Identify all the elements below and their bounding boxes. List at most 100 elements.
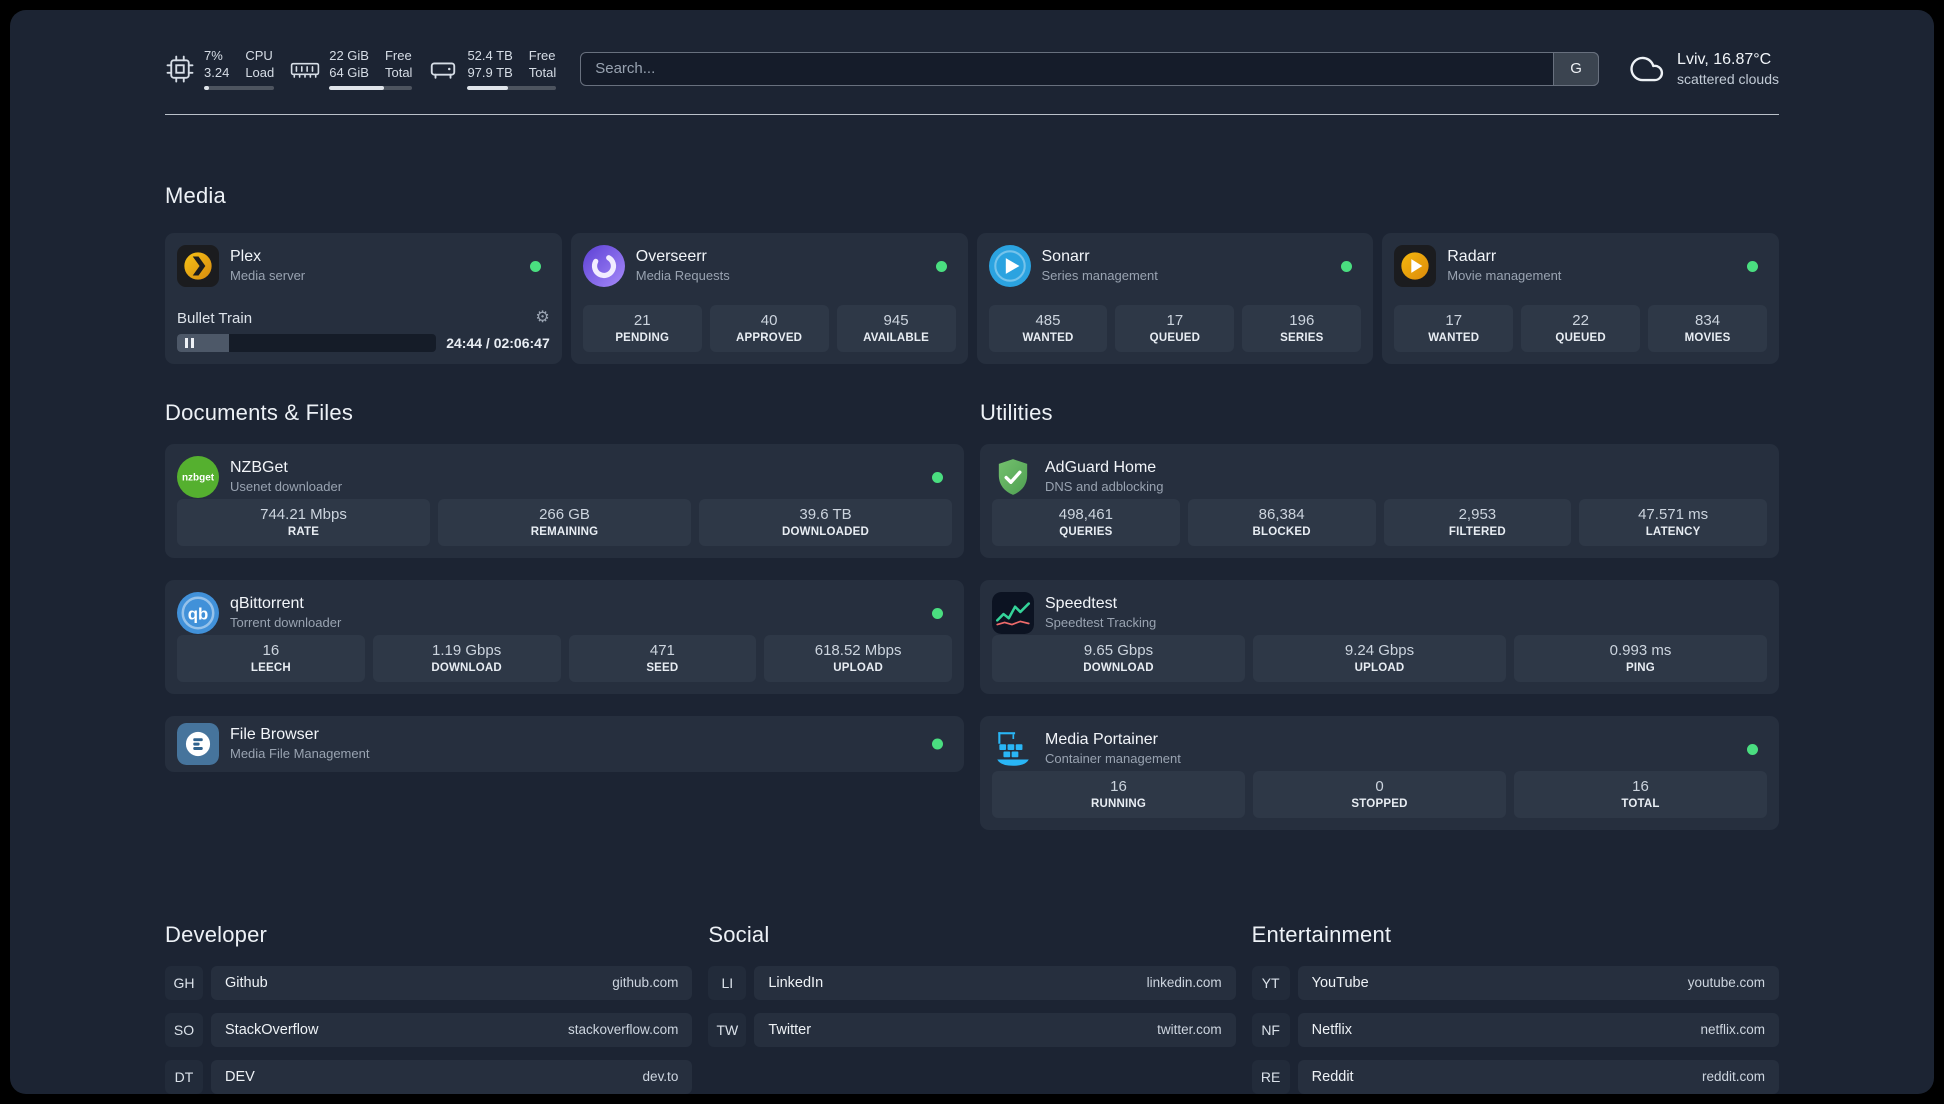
stat-tile: 16 TOTAL xyxy=(1514,770,1767,818)
status-dot xyxy=(1747,260,1758,272)
bookmark-abbr: TW xyxy=(708,1012,747,1047)
service-card-nzbget[interactable]: nzbget NZBGet Usenet downloader 744.21 M… xyxy=(165,443,964,558)
service-name: Overseerr xyxy=(635,248,707,265)
disk-progress-bar xyxy=(467,85,557,90)
disk-widget: 52.4 TB 97.9 TB Free Total xyxy=(428,48,557,90)
stat-tile: 266 GB REMAINING xyxy=(438,498,691,546)
disk-icon xyxy=(428,54,458,84)
service-card-adguard[interactable]: AdGuard Home DNS and adblocking 498,461 Q… xyxy=(980,443,1779,558)
cpu-widget: 7% 3.24 CPU Load xyxy=(165,48,275,90)
memory-progress-bar xyxy=(329,85,413,90)
section-title-media: Media xyxy=(165,182,226,208)
bookmark-linkedin[interactable]: LI LinkedIn linkedin.com xyxy=(708,965,1236,1000)
stat-tile: 834 MOVIES xyxy=(1648,304,1768,352)
resource-widgets: 7% 3.24 CPU Load 22 GiB 64 GiB Free Tota… xyxy=(165,48,557,90)
bookmark-abbr: YT xyxy=(1251,965,1290,1000)
bookmark-reddit[interactable]: RE Reddit reddit.com xyxy=(1251,1059,1779,1094)
topbar: 7% 3.24 CPU Load 22 GiB 64 GiB Free Tota… xyxy=(165,48,1779,90)
bookmark-abbr: DT xyxy=(165,1059,203,1094)
cpu-progress-bar xyxy=(204,85,275,90)
bookmark-abbr: RE xyxy=(1251,1059,1290,1094)
search-input[interactable] xyxy=(580,51,1600,86)
stat-tile: 40 APPROVED xyxy=(709,304,829,352)
stat-tile: 86,384 BLOCKED xyxy=(1187,498,1376,546)
service-card-speedtest[interactable]: Speedtest Speedtest Tracking 9.65 Gbps DO… xyxy=(980,579,1779,694)
service-card-overseerr[interactable]: Overseerr Media Requests 21 PENDING 40 APP… xyxy=(570,232,968,364)
service-card-plex[interactable]: Plex Media server Bullet Train ⚙ 24:44 /… xyxy=(165,232,562,364)
portainer-icon xyxy=(992,728,1034,770)
speedtest-icon xyxy=(992,591,1034,634)
status-dot xyxy=(529,260,541,272)
service-desc: Series management xyxy=(1041,268,1158,283)
memory-total: 64 GiB xyxy=(329,65,369,81)
stat-tile: 17 QUEUED xyxy=(1115,304,1235,352)
svg-text:qb: qb xyxy=(188,604,209,623)
topbar-divider xyxy=(165,113,1779,115)
service-name: Plex xyxy=(230,248,262,265)
svg-text:nzbget: nzbget xyxy=(182,472,215,483)
status-dot xyxy=(1747,743,1758,755)
stat-tile: 22 QUEUED xyxy=(1521,304,1641,352)
section-utilities: Utilities AdGuard Home DNS and adblockin… xyxy=(980,400,1779,852)
status-dot xyxy=(932,607,943,619)
stat-tile: 9.65 Gbps DOWNLOAD xyxy=(992,634,1245,682)
bookmark-abbr: LI xyxy=(708,965,747,1000)
weather-location: Lviv, 16.87°C xyxy=(1677,50,1772,68)
plex-icon xyxy=(177,244,219,287)
bookmark-domain: twitter.com xyxy=(1157,1022,1222,1037)
weather-widget: Lviv, 16.87°C scattered clouds xyxy=(1625,50,1779,88)
section-title-developer: Developer xyxy=(165,921,268,947)
bookmark-domain: youtube.com xyxy=(1687,975,1765,990)
cpu-loadavg: 3.24 xyxy=(204,65,230,81)
status-dot xyxy=(932,471,943,483)
bookmark-domain: stackoverflow.com xyxy=(568,1022,679,1037)
bookmark-name: Github xyxy=(225,974,268,991)
service-card-portainer[interactable]: Media Portainer Container management 16 R… xyxy=(980,715,1779,830)
search-provider-button[interactable]: G xyxy=(1553,51,1600,86)
bookmark-name: DEV xyxy=(225,1068,255,1085)
service-card-qbittorrent[interactable]: qb qBittorrent Torrent downloader 16 LEEC… xyxy=(165,579,964,694)
bookmark-dev[interactable]: DT DEV dev.to xyxy=(165,1059,693,1094)
bookmark-abbr: GH xyxy=(165,965,203,1000)
stat-tile: 485 WANTED xyxy=(988,304,1108,352)
bookmark-stackoverflow[interactable]: SO StackOverflow stackoverflow.com xyxy=(165,1012,693,1047)
service-name: Speedtest xyxy=(1045,595,1118,612)
stat-tile: 21 PENDING xyxy=(582,304,702,352)
service-desc: Usenet downloader xyxy=(230,479,343,494)
bookmark-github[interactable]: GH Github github.com xyxy=(165,965,693,1000)
memory-widget: 22 GiB 64 GiB Free Total xyxy=(290,48,413,90)
service-desc: Media Requests xyxy=(635,268,730,283)
service-card-radarr[interactable]: Radarr Movie management 17 WANTED 22 QUEUE… xyxy=(1382,232,1779,364)
bookmark-abbr: SO xyxy=(165,1012,203,1047)
service-name: AdGuard Home xyxy=(1045,459,1157,476)
bookmark-netflix[interactable]: NF Netflix netflix.com xyxy=(1251,1012,1779,1047)
stat-tile: 744.21 Mbps RATE xyxy=(177,498,430,546)
pause-icon[interactable] xyxy=(185,337,194,348)
playback-progress-bar xyxy=(177,333,437,352)
service-name: qBittorrent xyxy=(230,595,304,612)
filebrowser-icon xyxy=(177,722,219,765)
service-card-filebrowser[interactable]: File Browser Media File Management xyxy=(165,715,964,772)
gear-icon[interactable]: ⚙ xyxy=(535,310,549,326)
disk-total-label: Total xyxy=(528,65,557,81)
service-card-sonarr[interactable]: Sonarr Series management 485 WANTED 17 QUE… xyxy=(976,232,1374,364)
section-title-social: Social xyxy=(708,921,770,947)
bookmark-twitter[interactable]: TW Twitter twitter.com xyxy=(708,1012,1236,1047)
sonarr-icon xyxy=(988,244,1031,287)
bookmark-youtube[interactable]: YT YouTube youtube.com xyxy=(1251,965,1779,1000)
memory-total-label: Total xyxy=(384,65,413,81)
disk-free: 52.4 TB xyxy=(467,48,513,63)
playback-time: 24:44 / 02:06:47 xyxy=(446,334,550,351)
service-name: Radarr xyxy=(1447,248,1497,265)
memory-icon xyxy=(290,54,320,84)
stat-tile: 16 LEECH xyxy=(177,634,365,682)
stat-tile: 0.993 ms PING xyxy=(1514,634,1767,682)
stat-tile: 196 SERIES xyxy=(1242,304,1362,352)
now-playing-widget: Bullet Train ⚙ 24:44 / 02:06:47 xyxy=(177,310,550,352)
bookmark-name: Netflix xyxy=(1311,1021,1352,1038)
stat-tile: 0 STOPPED xyxy=(1253,770,1506,818)
section-title-utilities: Utilities xyxy=(980,399,1053,425)
stat-tile: 16 RUNNING xyxy=(992,770,1245,818)
bookmark-group-developer: Developer GH Github github.com SO StackO… xyxy=(165,921,693,1095)
bookmark-name: LinkedIn xyxy=(768,974,824,991)
